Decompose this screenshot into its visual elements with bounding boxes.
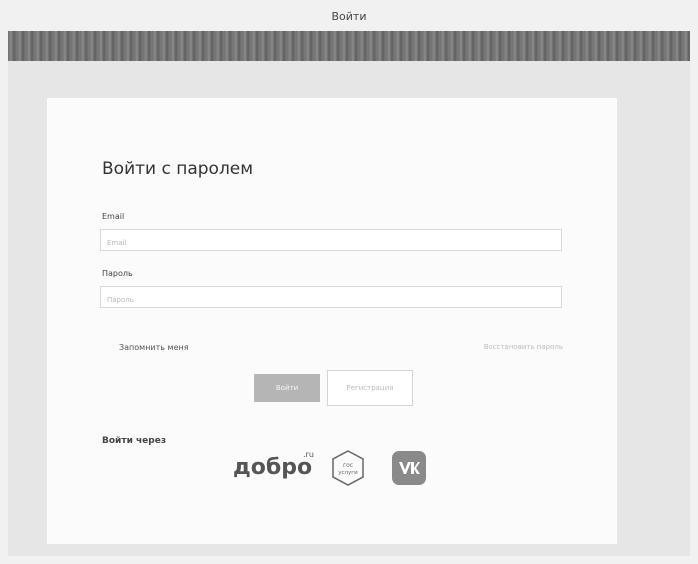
gosuslugi-line2: услуги	[338, 470, 358, 476]
email-input[interactable]	[101, 233, 561, 253]
top-bar	[8, 31, 690, 61]
email-label: Email	[102, 212, 125, 221]
forgot-password-link[interactable]: Восстановить пароль	[484, 343, 563, 351]
gosuslugi-icon: гос услуги	[332, 450, 364, 486]
dobro-logo-text: добро	[233, 455, 313, 480]
dobro-login-button[interactable]: добро .ru	[233, 449, 314, 489]
password-field[interactable]	[100, 286, 562, 310]
password-label: Пароль	[102, 269, 133, 278]
page-caption: Войти	[331, 10, 367, 23]
social-login-title: Войти через	[102, 436, 167, 446]
password-input[interactable]	[101, 290, 561, 310]
vk-icon	[399, 462, 420, 474]
vk-login-button[interactable]	[392, 451, 426, 485]
gosuslugi-login-button[interactable]: гос услуги	[330, 449, 366, 487]
register-button[interactable]: Регистрация	[327, 370, 413, 406]
dobro-logo-ru: .ru	[303, 450, 314, 459]
email-field[interactable]	[100, 229, 562, 253]
login-button[interactable]: Войти	[254, 374, 320, 402]
form-title: Войти с паролем	[102, 159, 254, 179]
gosuslugi-line1: гос	[343, 462, 353, 469]
login-card: Войти с паролем Email Пароль Запомнить м…	[47, 98, 617, 544]
remember-me-label[interactable]: Запомнить меня	[119, 343, 189, 352]
